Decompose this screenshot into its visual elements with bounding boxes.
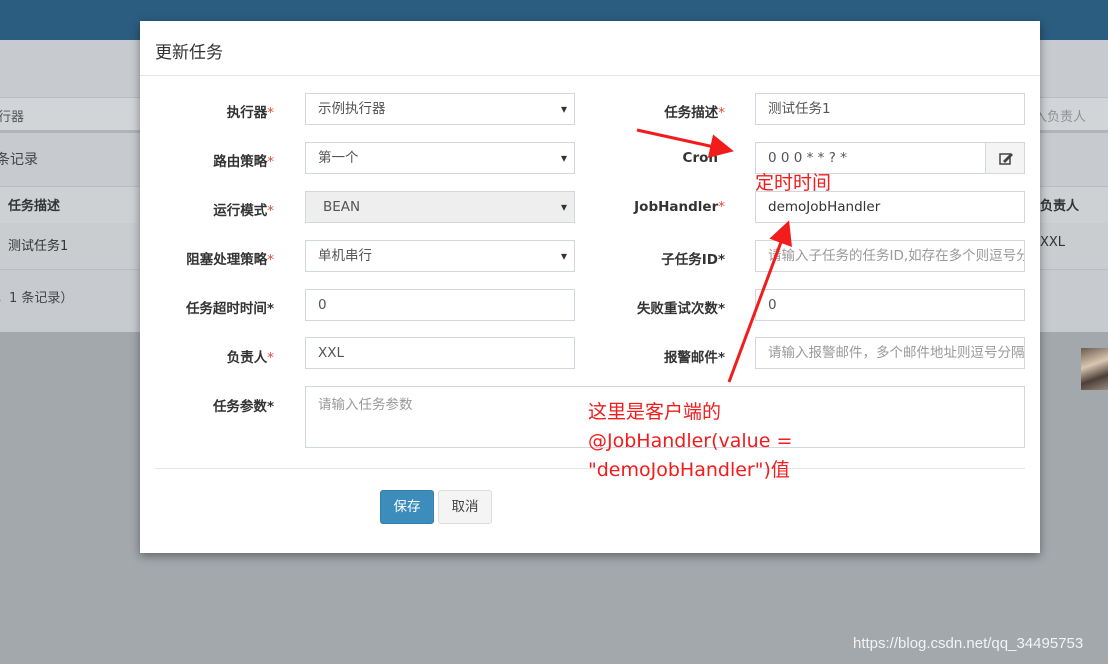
owner-input[interactable]: XXL: [305, 337, 575, 369]
executor-label: 执行器*: [226, 105, 274, 121]
owner-label: 负责人*: [226, 350, 274, 366]
watermark: https://blog.csdn.net/qq_34495753: [853, 635, 1084, 652]
cron-annotation: 定时时间: [755, 172, 832, 194]
avatar: [1081, 348, 1108, 390]
block-strategy-label: 阻塞处理策略*: [186, 252, 274, 268]
job-handler-annotation-line1: 这里是客户端的: [588, 401, 722, 423]
retry-count-input[interactable]: 0: [755, 289, 1025, 321]
background-owner-filter: 入负责人: [1034, 110, 1087, 125]
child-job-id-input[interactable]: 请输入子任务的任务ID,如存在多个则逗号分隔: [755, 240, 1025, 272]
background-header-owner: 负责人: [1040, 199, 1080, 214]
modal-title: 更新任务: [155, 43, 223, 63]
cancel-button[interactable]: 取消: [438, 490, 492, 524]
retry-count-label: 失败重试次数*: [636, 301, 725, 317]
background-table-footer: ，1 条记录）: [0, 291, 74, 306]
route-strategy-label: 路由策略*: [213, 154, 274, 170]
alarm-email-input[interactable]: 请输入报警邮件，多个邮件地址则逗号分隔: [755, 337, 1025, 369]
background-row-desc: 测试任务1: [8, 239, 69, 254]
edit-icon: [999, 153, 1013, 165]
timeout-label: 任务超时时间*: [185, 301, 274, 317]
child-job-id-label: 子任务ID*: [661, 252, 725, 268]
save-button[interactable]: 保存: [380, 490, 434, 524]
modal-header: 更新任务: [140, 21, 1040, 76]
route-strategy-select[interactable]: 第一个: [305, 142, 575, 174]
alarm-email-label: 报警邮件*: [663, 350, 725, 366]
background-executor-filter: 行器: [0, 110, 25, 125]
task-param-label: 任务参数*: [212, 399, 274, 415]
job-handler-annotation: 这里是客户端的 @JobHandler(value = "demoJobHand…: [588, 398, 848, 485]
timeout-input[interactable]: 0: [305, 289, 575, 321]
executor-select[interactable]: 示例执行器: [305, 93, 575, 125]
run-mode-label: 运行模式*: [213, 203, 274, 219]
job-handler-annotation-line2: @JobHandler(value =: [588, 430, 793, 452]
job-handler-annotation-line3: "demoJobHandler")值: [588, 459, 790, 481]
job-handler-label: JobHandler*: [634, 199, 725, 215]
block-strategy-select[interactable]: 单机串行: [305, 240, 575, 272]
job-handler-input[interactable]: demoJobHandler: [755, 191, 1025, 223]
task-desc-input[interactable]: 测试任务1: [755, 93, 1025, 125]
background-record-count: 条记录: [0, 152, 38, 168]
run-mode-select: BEAN: [305, 191, 575, 223]
task-desc-label: 任务描述*: [664, 105, 725, 121]
background-header-desc: 任务描述: [8, 199, 61, 214]
cron-edit-button[interactable]: [985, 142, 1025, 174]
cron-label: Cron: [682, 150, 718, 166]
background-row-owner: XXL: [1040, 235, 1066, 250]
